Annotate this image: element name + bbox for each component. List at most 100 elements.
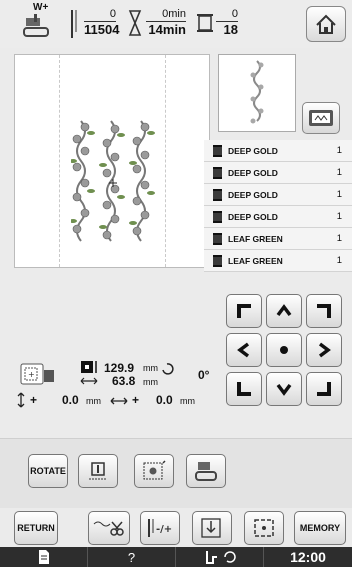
presser-foot-icon — [23, 14, 49, 37]
move-right-button[interactable] — [306, 333, 342, 367]
spool-icon — [213, 210, 222, 223]
embroidery-frame-button[interactable] — [302, 102, 340, 134]
thread-minutes: 1 — [336, 255, 342, 266]
move-up-left-button[interactable] — [226, 294, 262, 328]
stitch-total: 11504 — [84, 22, 120, 37]
thread-row[interactable]: LEAF GREEN 1 — [204, 228, 352, 250]
settings-button[interactable] — [176, 547, 264, 567]
arrow-pad — [226, 294, 342, 406]
vertical-offset-icon — [17, 392, 25, 408]
arrow-left-icon — [237, 342, 250, 358]
thread-cut-button[interactable] — [78, 454, 118, 488]
height-value: 129.9 — [104, 361, 135, 375]
corner-up-right-icon — [317, 304, 331, 318]
thread-row[interactable]: DEEP GOLD 1 — [204, 140, 352, 162]
color-current: 0 — [216, 8, 238, 22]
pattern-thumbnail — [218, 54, 296, 132]
trial-button[interactable] — [134, 454, 174, 488]
hourglass-icon — [128, 10, 142, 36]
top-status-bar: W+ 0 11504 0min 14min 0 18 — [0, 0, 352, 48]
document-icon — [38, 550, 49, 564]
home-icon — [316, 14, 336, 34]
frame-size-icon: + — [20, 363, 54, 385]
guide-line — [59, 55, 60, 267]
start-point-icon — [201, 518, 221, 538]
thread-minutes: 1 — [336, 189, 342, 200]
corner-down-right-icon — [317, 382, 331, 396]
move-up-right-button[interactable] — [306, 294, 342, 328]
thread-trim-button[interactable] — [88, 511, 130, 545]
width-unit: mm — [143, 377, 158, 387]
needle-up-down-button[interactable]: -/+ — [140, 511, 180, 545]
thread-color-list[interactable]: DEEP GOLD 1 DEEP GOLD 1 DEEP GOLD 1 DEEP… — [204, 140, 352, 272]
thread-minutes: 1 — [336, 211, 342, 222]
trial-frame-icon — [143, 460, 166, 480]
home-button[interactable] — [306, 6, 346, 42]
pattern-thumbnail-image — [250, 60, 264, 124]
move-left-button[interactable] — [226, 333, 262, 367]
machine-settings-icon — [205, 551, 236, 564]
move-down-button[interactable] — [266, 372, 302, 406]
arrow-down-icon — [276, 383, 292, 396]
memory-button[interactable]: MEMORY — [294, 511, 346, 545]
svg-text:-/+: -/+ — [156, 524, 172, 535]
thread-minutes: 1 — [336, 167, 342, 178]
embroidery-pattern — [71, 120, 155, 242]
move-down-left-button[interactable] — [226, 372, 262, 406]
manual-button[interactable] — [0, 547, 88, 567]
stitch-current: 0 — [84, 8, 116, 22]
thread-minutes: 1 — [336, 233, 342, 244]
color-counter: 0 18 — [216, 8, 238, 37]
horizontal-offset-value: 0.0 — [156, 393, 173, 407]
thread-name: DEEP GOLD — [228, 167, 278, 178]
width-value: 63.8 — [112, 374, 136, 388]
thread-row[interactable]: LEAF GREEN 1 — [204, 250, 352, 272]
return-label: RETURN — [17, 523, 55, 533]
bottom-status-bar: ? 12:00 — [0, 547, 352, 567]
presser-foot-icon — [195, 462, 217, 481]
spool-icon — [213, 232, 222, 245]
vertical-offset-sign: + — [30, 393, 38, 407]
trace-icon — [254, 519, 274, 537]
frame-trace-button[interactable] — [244, 511, 284, 545]
center-dot-icon — [280, 346, 288, 354]
thread-row[interactable]: DEEP GOLD 1 — [204, 184, 352, 206]
horizontal-offset-sign: + — [132, 393, 140, 407]
spool-icon — [213, 188, 222, 201]
rotate-label: ROTATE — [30, 466, 66, 476]
thread-spool-icon — [197, 14, 213, 32]
thread-name: DEEP GOLD — [228, 145, 278, 156]
center-button[interactable] — [266, 333, 302, 367]
move-down-right-button[interactable] — [306, 372, 342, 406]
spool-icon — [213, 166, 222, 179]
svg-text:+: + — [28, 370, 35, 379]
clock-time: 12:00 — [290, 549, 326, 565]
stitch-counter: 0 11504 — [84, 8, 120, 37]
thread-name: DEEP GOLD — [228, 189, 278, 200]
embroidery-preview-area[interactable] — [14, 54, 210, 268]
horizontal-offset-icon — [110, 397, 128, 405]
thread-name: LEAF GREEN — [228, 233, 283, 244]
return-button[interactable]: RETURN — [14, 511, 58, 545]
clock: 12:00 — [264, 547, 352, 567]
needle-position-icon — [89, 462, 107, 480]
width-arrow-icon — [80, 377, 98, 385]
spool-icon — [213, 144, 222, 157]
thread-minutes: 1 — [336, 145, 342, 156]
start-point-button[interactable] — [192, 511, 232, 545]
rotate-button[interactable]: ROTATE — [28, 454, 68, 488]
spool-icon — [213, 254, 222, 267]
rotate-angle-icon — [162, 363, 174, 375]
needle-position-icon: -/+ — [148, 519, 172, 537]
vertical-offset-value: 0.0 — [62, 393, 79, 407]
corner-down-left-icon — [237, 382, 251, 396]
guide-line — [165, 55, 166, 267]
presser-foot-button[interactable] — [186, 454, 226, 488]
thread-row[interactable]: DEEP GOLD 1 — [204, 206, 352, 228]
scissors-icon — [93, 521, 124, 536]
move-up-button[interactable] — [266, 294, 302, 328]
time-counter: 0min 14min — [146, 8, 186, 37]
thread-name: LEAF GREEN — [228, 255, 283, 266]
thread-row[interactable]: DEEP GOLD 1 — [204, 162, 352, 184]
help-button[interactable]: ? — [88, 547, 176, 567]
